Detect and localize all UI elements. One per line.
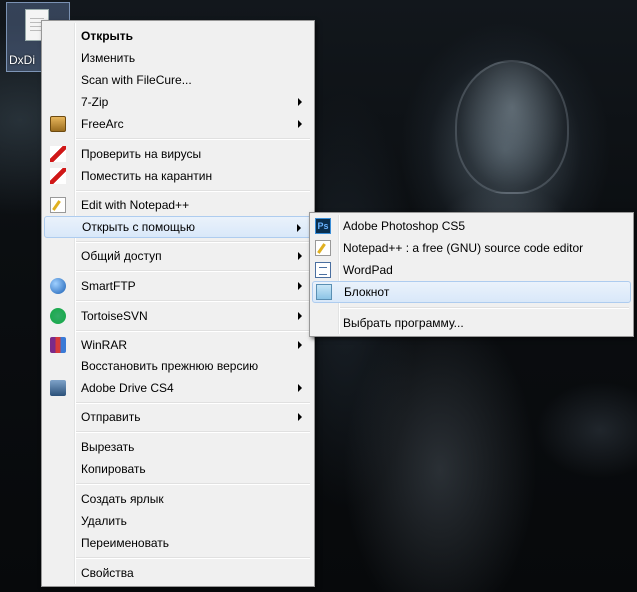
menu-item-quarantine[interactable]: Поместить на карантин (44, 165, 312, 187)
menu-separator (76, 241, 310, 243)
menu-item-label: Проверить на вирусы (81, 147, 202, 161)
kaspersky-icon (50, 146, 66, 162)
submenu-item-notepad[interactable]: Блокнот (312, 281, 631, 303)
menu-item-label: Общий доступ (81, 249, 162, 263)
menu-item-delete[interactable]: Удалить (44, 510, 312, 532)
menu-separator (76, 270, 310, 272)
photoshop-icon: Ps (315, 218, 331, 234)
notepadpp-icon (50, 197, 66, 213)
menu-item-label: Создать ярлык (81, 492, 164, 506)
menu-item-label: Свойства (81, 566, 134, 580)
menu-item-label: Открыть (81, 29, 134, 43)
submenu-item-label: Adobe Photoshop CS5 (343, 219, 466, 233)
menu-item-label: 7-Zip (81, 95, 109, 109)
menu-item-open[interactable]: Открыть (44, 25, 312, 47)
submenu-arrow-icon (298, 413, 302, 421)
menu-item-edit-notepadpp[interactable]: Edit with Notepad++ (44, 194, 312, 216)
submenu-item-label: Notepad++ : a free (GNU) source code edi… (343, 241, 584, 255)
menu-separator (76, 557, 310, 559)
submenu-arrow-icon (298, 312, 302, 320)
menu-item-7zip[interactable]: 7-Zip (44, 91, 312, 113)
submenu-arrow-icon (298, 98, 302, 106)
menu-item-label: Поместить на карантин (81, 169, 213, 183)
menu-item-label: Копировать (81, 462, 146, 476)
menu-item-restore-previous[interactable]: Восстановить прежнюю версию (44, 355, 312, 377)
winrar-icon (50, 337, 66, 353)
menu-separator (76, 431, 310, 433)
notepad-icon (316, 284, 332, 300)
menu-item-label: Удалить (81, 514, 127, 528)
submenu-arrow-icon (298, 341, 302, 349)
menu-separator (76, 483, 310, 485)
menu-item-copy[interactable]: Копировать (44, 458, 312, 480)
menu-item-scan-virus[interactable]: Проверить на вирусы (44, 143, 312, 165)
menu-item-scan-filecure[interactable]: Scan with FileCure... (44, 69, 312, 91)
kaspersky-icon (50, 168, 66, 184)
menu-item-label: Восстановить прежнюю версию (81, 359, 259, 373)
adobe-drive-icon (50, 380, 66, 396)
menu-item-freearc[interactable]: FreeArc (44, 113, 312, 135)
submenu-item-label: WordPad (343, 263, 393, 277)
submenu-arrow-icon (297, 224, 301, 232)
menu-item-label: Переименовать (81, 536, 169, 550)
menu-item-label: TortoiseSVN (81, 309, 148, 323)
submenu-item-notepadpp[interactable]: Notepad++ : a free (GNU) source code edi… (312, 237, 631, 259)
menu-item-create-shortcut[interactable]: Создать ярлык (44, 488, 312, 510)
menu-item-label: Открыть с помощью (82, 220, 196, 234)
menu-separator (76, 300, 310, 302)
menu-separator (76, 190, 310, 192)
submenu-arrow-icon (298, 252, 302, 260)
submenu-item-choose-program[interactable]: Выбрать программу... (312, 312, 631, 334)
menu-item-sharing[interactable]: Общий доступ (44, 245, 312, 267)
context-menu: Открыть Изменить Scan with FileCure... 7… (41, 20, 315, 587)
wordpad-icon (315, 262, 331, 278)
submenu-item-wordpad[interactable]: WordPad (312, 259, 631, 281)
submenu-arrow-icon (298, 384, 302, 392)
wallpaper-figure (455, 60, 569, 194)
menu-item-label: Scan with FileCure... (81, 73, 192, 87)
menu-item-winrar[interactable]: WinRAR (44, 334, 312, 356)
freearc-icon (50, 116, 66, 132)
smartftp-icon (50, 278, 66, 294)
menu-separator (76, 138, 310, 140)
menu-item-edit[interactable]: Изменить (44, 47, 312, 69)
menu-item-properties[interactable]: Свойства (44, 562, 312, 584)
submenu-item-label: Выбрать программу... (343, 316, 464, 330)
menu-item-label: Вырезать (81, 440, 135, 454)
submenu-arrow-icon (298, 282, 302, 290)
menu-item-rename[interactable]: Переименовать (44, 532, 312, 554)
menu-item-tortoisesvn[interactable]: TortoiseSVN (44, 305, 312, 327)
menu-item-open-with[interactable]: Открыть с помощью (44, 216, 312, 238)
submenu-item-label: Блокнот (344, 285, 390, 299)
menu-item-send-to[interactable]: Отправить (44, 406, 312, 428)
submenu-arrow-icon (298, 120, 302, 128)
menu-item-label: SmartFTP (81, 279, 136, 293)
submenu-item-photoshop[interactable]: Ps Adobe Photoshop CS5 (312, 215, 631, 237)
notepadpp-icon (315, 240, 331, 256)
menu-item-label: Изменить (81, 51, 136, 65)
menu-separator (340, 307, 629, 309)
tortoisesvn-icon (50, 308, 66, 324)
menu-item-label: FreeArc (81, 117, 124, 131)
menu-item-adobe-drive[interactable]: Adobe Drive CS4 (44, 377, 312, 399)
menu-item-smartftp[interactable]: SmartFTP (44, 275, 312, 297)
open-with-submenu: Ps Adobe Photoshop CS5 Notepad++ : a fre… (309, 212, 634, 337)
menu-item-label: Отправить (81, 410, 141, 424)
menu-item-cut[interactable]: Вырезать (44, 436, 312, 458)
menu-separator (76, 402, 310, 404)
menu-separator (76, 330, 310, 332)
menu-item-label: Edit with Notepad++ (81, 198, 190, 212)
menu-item-label: Adobe Drive CS4 (81, 381, 174, 395)
menu-item-label: WinRAR (81, 338, 128, 352)
